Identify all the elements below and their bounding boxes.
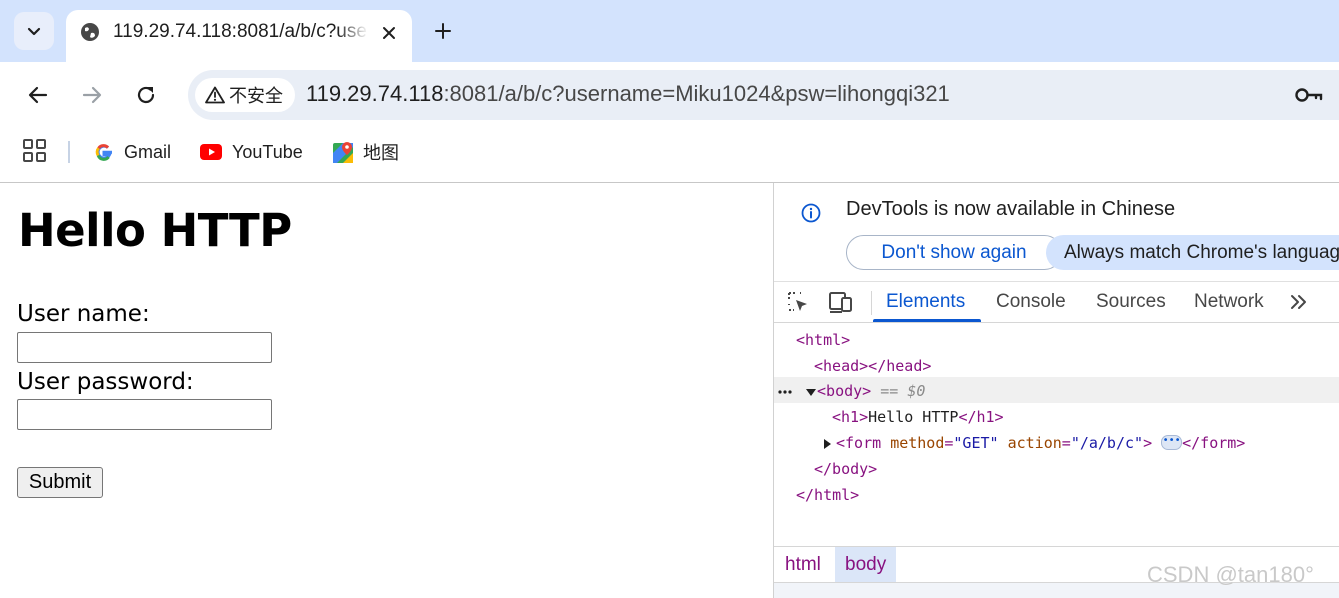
reload-icon (137, 86, 155, 104)
tab-title: 119.29.74.118:8081/a/b/c?username=Miku10… (113, 21, 368, 42)
reload-button[interactable] (131, 80, 161, 110)
device-toolbar-icon[interactable] (828, 290, 854, 314)
address-bar[interactable]: 不安全 119.29.74.118:8081/a/b/c?username=Mi… (188, 70, 1339, 120)
arrow-left-icon (28, 86, 48, 104)
tab-separator (871, 291, 872, 315)
url-host: 119.29.74.118 (306, 81, 444, 106)
info-icon (801, 203, 821, 223)
bookmark-maps[interactable]: 地图 (333, 140, 399, 164)
inspect-element-icon[interactable] (786, 290, 810, 314)
form-method-value: "GET" (953, 434, 999, 452)
active-tab-indicator (873, 319, 981, 322)
close-icon (383, 27, 395, 39)
dom-node-h1[interactable]: <h1>Hello HTTP</h1> (832, 404, 1004, 430)
infobar-message: DevTools is now available in Chinese (846, 198, 1176, 220)
forward-button[interactable] (77, 80, 107, 110)
tab-search-button[interactable] (14, 12, 54, 50)
arrow-right-icon (82, 86, 102, 104)
dom-node-body[interactable]: <body> == $0 (778, 378, 925, 404)
html-open-tag: <html> (796, 331, 851, 349)
h1-close-tag: </h1> (958, 408, 1004, 426)
triangle-down-icon[interactable] (805, 387, 817, 397)
chevron-down-icon (27, 27, 41, 36)
page-heading: Hello HTTP (18, 204, 292, 257)
bookmarks-bar: Gmail YouTube 地图 (0, 130, 1339, 183)
body-open-tag: <body> (817, 382, 872, 400)
browser-tab[interactable]: 119.29.74.118:8081/a/b/c?username=Miku10… (66, 10, 412, 62)
bookmark-label: Gmail (124, 141, 172, 162)
tab-network[interactable]: Network (1194, 291, 1264, 313)
globe-icon (81, 23, 99, 41)
dom-node-form[interactable]: <form method="GET" action="/a/b/c"> •••<… (822, 430, 1245, 456)
form-open-tag: <form (836, 434, 882, 452)
back-button[interactable] (23, 80, 53, 110)
warning-icon (205, 86, 225, 104)
url-path: :8081/a/b/c?username=Miku1024&psw=lihong… (443, 81, 950, 106)
elements-tree: <html> <head></head> <body> == $0 <h1>He… (774, 323, 1339, 546)
submit-button[interactable]: Submit (17, 467, 103, 498)
new-tab-button[interactable] (428, 18, 458, 44)
form-close-tag: </form> (1182, 434, 1246, 452)
youtube-icon (200, 144, 222, 160)
form-action-attr: action (1007, 434, 1062, 452)
tab-sources[interactable]: Sources (1096, 291, 1166, 313)
devtools-tab-bar: Elements Console Sources Network (774, 281, 1339, 323)
plus-icon (435, 23, 451, 39)
bookmark-gmail[interactable]: Gmail (94, 140, 171, 164)
collapsed-children-icon[interactable]: ••• (1161, 435, 1183, 450)
browser-toolbar: 不安全 119.29.74.118:8081/a/b/c?username=Mi… (0, 62, 1339, 130)
password-input[interactable] (17, 399, 272, 430)
watermark: CSDN @tan180° (1147, 562, 1314, 587)
selected-node-marker: == $0 (880, 382, 926, 400)
page-viewport: Hello HTTP User name: User password: Sub… (5, 183, 772, 598)
head-tag: <head></head> (814, 357, 932, 375)
bookmark-label: YouTube (232, 141, 303, 162)
close-tab-button[interactable] (376, 20, 402, 46)
bookmarks-separator (68, 141, 70, 163)
bookmark-label: 地图 (363, 143, 399, 163)
dont-show-again-button[interactable]: Don't show again (846, 235, 1062, 270)
form-method-attr: method (890, 434, 945, 452)
username-label: User name: (17, 301, 150, 327)
always-match-language-button[interactable]: Always match Chrome's language (1046, 235, 1339, 270)
h1-open-tag: <h1> (832, 408, 869, 426)
devtools-infobar: DevTools is now available in Chinese Don… (774, 183, 1339, 281)
more-actions-icon[interactable] (778, 389, 792, 395)
key-icon[interactable] (1294, 84, 1324, 106)
tab-elements[interactable]: Elements (886, 291, 965, 313)
devtools-panel: DevTools is now available in Chinese Don… (773, 183, 1339, 598)
maps-icon (333, 142, 353, 163)
url-text[interactable]: 119.29.74.118:8081/a/b/c?username=Miku10… (306, 81, 950, 107)
triangle-right-icon[interactable] (822, 438, 832, 450)
password-label: User password: (17, 369, 194, 395)
html-close-tag: </html> (796, 486, 860, 504)
h1-text: Hello HTTP (868, 408, 959, 426)
more-tabs-icon[interactable] (1288, 290, 1310, 314)
bookmark-youtube[interactable]: YouTube (200, 140, 303, 164)
security-label: 不安全 (229, 86, 283, 106)
body-close-tag: </body> (814, 460, 878, 478)
dom-node-head[interactable]: <head></head> (814, 353, 931, 379)
breadcrumb-html[interactable]: html (775, 547, 831, 582)
dom-node-html[interactable]: <html> (796, 327, 850, 353)
dom-node-html-close[interactable]: </html> (796, 482, 859, 508)
tab-strip: 119.29.74.118:8081/a/b/c?username=Miku10… (0, 0, 1339, 62)
username-input[interactable] (17, 332, 272, 363)
security-chip[interactable]: 不安全 (195, 78, 295, 112)
apps-grid-icon[interactable] (23, 139, 47, 163)
dom-node-body-close[interactable]: </body> (814, 456, 877, 482)
tab-console[interactable]: Console (996, 291, 1066, 313)
form-action-value: "/a/b/c" (1070, 434, 1144, 452)
breadcrumb-body[interactable]: body (835, 547, 897, 582)
google-g-icon (95, 144, 112, 161)
